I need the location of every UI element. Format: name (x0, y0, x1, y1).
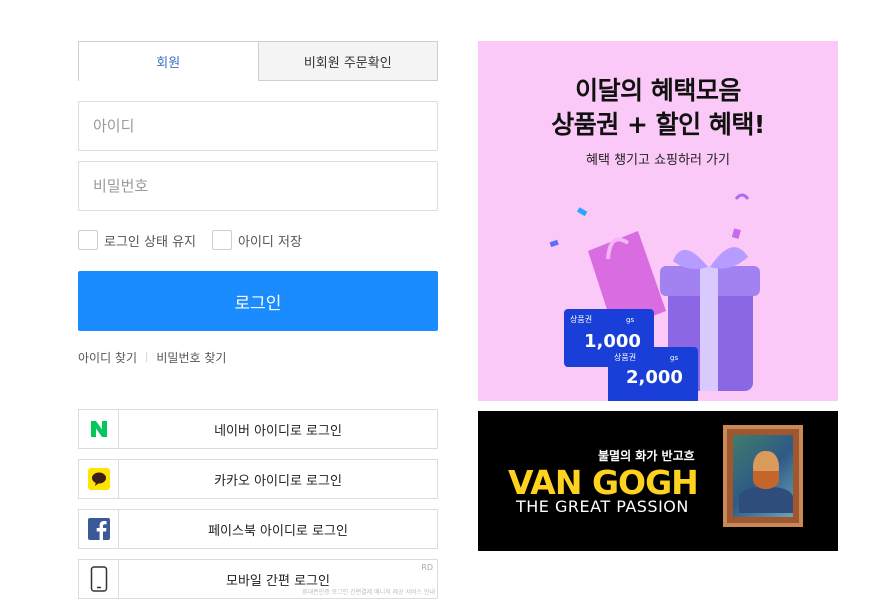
naver-icon-cell (79, 410, 119, 448)
facebook-icon (87, 518, 110, 540)
naver-login-label: 네이버 아이디로 로그인 (214, 423, 342, 439)
link-divider: | (145, 352, 149, 363)
facebook-login-button[interactable]: 페이스북 아이디로 로그인 (78, 509, 438, 549)
kakao-login-label: 카카오 아이디로 로그인 (214, 473, 342, 489)
kakao-icon-cell (79, 460, 119, 498)
mobile-phone-icon (90, 566, 107, 592)
tab-guest-order[interactable]: 비회원 주문확인 (258, 41, 438, 81)
tab-member-label: 회원 (156, 56, 181, 71)
password-input[interactable] (78, 161, 438, 211)
find-id-link[interactable]: 아이디 찾기 (78, 349, 137, 366)
login-button[interactable]: 로그인 (78, 271, 438, 331)
facebook-icon-cell (79, 510, 119, 548)
login-tabs: 회원 비회원 주문확인 (78, 41, 438, 81)
ad-headline-1: 이달의 혜택모음 (575, 76, 741, 105)
find-account-links: 아이디 찾기 | 비밀번호 찾기 (78, 349, 226, 366)
kakao-icon (87, 468, 110, 490)
voucher-1-label: 상품권 (570, 314, 592, 324)
benefit-ad-banner[interactable]: 이달의 혜택모음 상품권 + 할인 혜택! 혜택 챙기고 쇼핑하러 가기 상품권… (478, 41, 838, 401)
tab-member[interactable]: 회원 (78, 41, 259, 81)
kakao-login-button[interactable]: 카카오 아이디로 로그인 (78, 459, 438, 499)
naver-icon (90, 421, 107, 437)
tab-guest-label: 비회원 주문확인 (303, 55, 392, 71)
vangogh-ad-banner[interactable]: 불멸의 화가 반고흐 VAN GOGH THE GREAT PASSION (478, 411, 838, 551)
voucher-2-value: 2,000 (626, 367, 683, 388)
keep-login-box[interactable] (78, 230, 98, 250)
ad-subtext: 혜택 챙기고 쇼핑하러 가기 (586, 153, 730, 168)
mobile-icon-cell (79, 560, 119, 598)
portrait-frame (723, 425, 803, 527)
find-password-link[interactable]: 비밀번호 찾기 (156, 349, 226, 366)
vangogh-korean-title: 불멸의 화가 반고흐 (598, 449, 695, 463)
facebook-login-label: 페이스북 아이디로 로그인 (208, 523, 348, 539)
vangogh-subtitle: THE GREAT PASSION (516, 497, 689, 516)
save-id-box[interactable] (212, 230, 232, 250)
rd-mark: RD (421, 563, 433, 572)
mobile-login-label: 모바일 간편 로그인 (226, 573, 330, 589)
save-id-label: 아이디 저장 (238, 234, 302, 250)
gift-voucher-illustration: 상품권 gs 1,000 상품권 gs 2,000 (549, 193, 760, 401)
ad-headline-2: 상품권 + 할인 혜택! (551, 110, 765, 139)
voucher-2-label: 상품권 (614, 352, 636, 362)
voucher-2-brand: gs (670, 354, 678, 362)
id-input[interactable] (78, 101, 438, 151)
naver-login-button[interactable]: 네이버 아이디로 로그인 (78, 409, 438, 449)
keep-login-label: 로그인 상태 유지 (104, 234, 196, 250)
mobile-login-button[interactable]: 모바일 간편 로그인 RD 휴대폰인증 로그인 간편결제 매니저 제공 서비스 … (78, 559, 438, 599)
vangogh-portrait (733, 435, 793, 517)
login-options: 로그인 상태 유지 아이디 저장 (78, 230, 318, 250)
voucher-1-brand: gs (626, 316, 634, 324)
save-id-checkbox[interactable]: 아이디 저장 (212, 230, 302, 250)
keep-login-checkbox[interactable]: 로그인 상태 유지 (78, 230, 196, 250)
fine-print: 휴대폰인증 로그인 간편결제 매니저 제공 서비스 안내 (302, 589, 435, 596)
